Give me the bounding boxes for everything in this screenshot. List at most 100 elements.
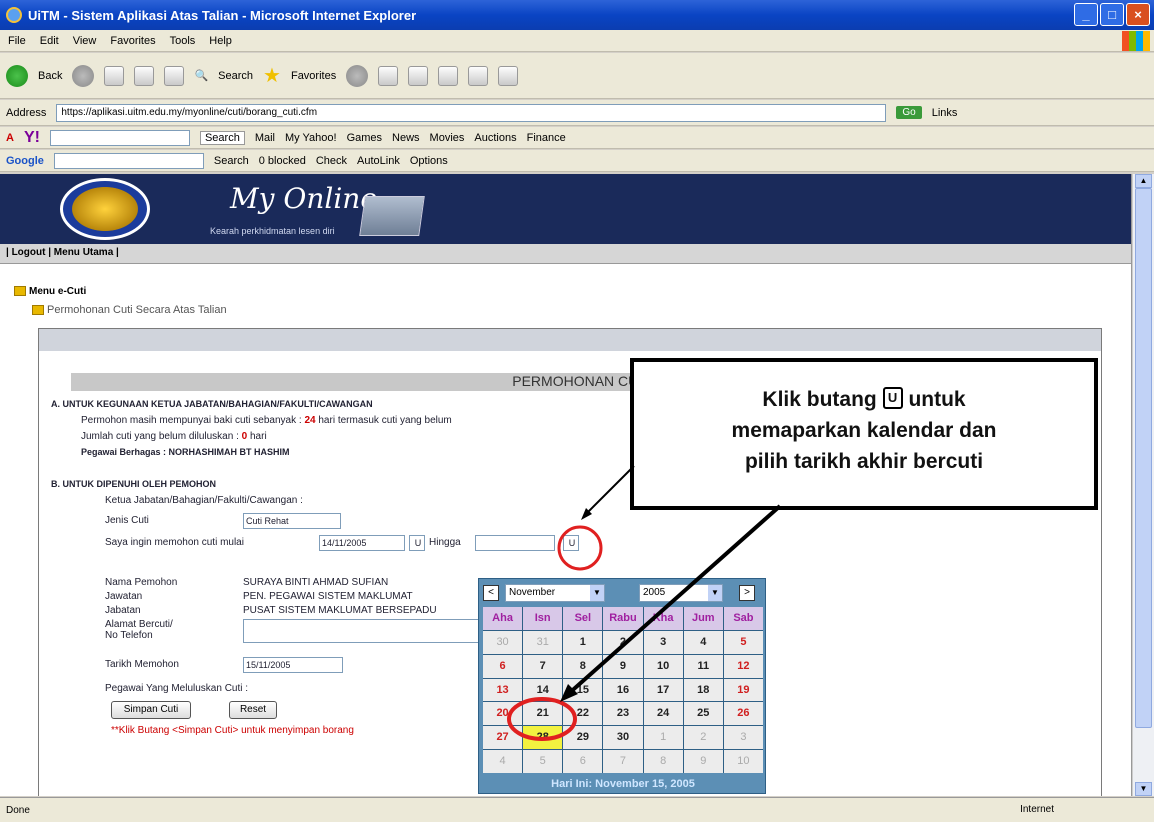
calendar-day-cell[interactable]: 2 <box>683 726 723 750</box>
news-link[interactable]: News <box>392 132 420 144</box>
back-button-label[interactable]: Back <box>38 70 62 82</box>
go-button[interactable]: Go <box>896 106 922 119</box>
calendar-day-cell[interactable]: 19 <box>723 678 763 702</box>
calendar-day-cell[interactable]: 9 <box>683 750 723 773</box>
home-icon[interactable] <box>164 65 185 86</box>
calendar-day-cell[interactable]: 30 <box>603 726 643 750</box>
calendar-day-cell[interactable]: 6 <box>483 654 523 678</box>
calendar-day-cell[interactable]: 15 <box>563 678 603 702</box>
mail-icon[interactable] <box>378 65 399 86</box>
forward-arrow-icon[interactable] <box>72 64 95 87</box>
calendar-day-cell[interactable]: 16 <box>603 678 643 702</box>
menu-edit[interactable]: Edit <box>40 35 59 47</box>
tree-item[interactable]: Permohonan Cuti Secara Atas Talian <box>32 304 227 316</box>
popup-blocked-label[interactable]: 0 blocked <box>259 155 306 167</box>
calendar-day-cell[interactable]: 30 <box>483 630 523 654</box>
refresh-icon[interactable] <box>134 65 155 86</box>
search-icon[interactable]: 🔍 <box>194 69 208 82</box>
google-search-button[interactable]: Search <box>214 155 249 167</box>
end-date-input[interactable] <box>475 535 555 551</box>
edit-icon[interactable] <box>438 65 459 86</box>
scroll-thumb[interactable] <box>1135 188 1152 728</box>
links-label[interactable]: Links <box>932 107 958 119</box>
folder-icon[interactable] <box>468 65 489 86</box>
calendar-day-cell[interactable]: 27 <box>483 726 523 750</box>
calendar-day-selected[interactable]: 28 <box>523 726 563 750</box>
calendar-day-cell[interactable]: 14 <box>523 678 563 702</box>
leave-type-select[interactable]: Cuti Rehat <box>243 513 341 529</box>
history-icon[interactable] <box>346 64 369 87</box>
prev-month-button[interactable]: < <box>483 585 499 601</box>
next-month-button[interactable]: > <box>739 585 755 601</box>
calendar-day-cell[interactable]: 6 <box>563 750 603 773</box>
back-arrow-icon[interactable] <box>6 64 28 87</box>
maximize-button[interactable]: □ <box>1100 3 1124 26</box>
scroll-up-icon[interactable]: ▲ <box>1135 174 1152 188</box>
calendar-day-cell[interactable]: 4 <box>483 750 523 773</box>
calendar-day-cell[interactable]: 25 <box>683 702 723 726</box>
calendar-day-cell[interactable]: 10 <box>643 654 683 678</box>
google-logo[interactable]: Google <box>6 155 44 167</box>
application-date-input[interactable]: 15/11/2005 <box>243 657 343 673</box>
month-select[interactable]: November ▼ <box>505 584 605 602</box>
menu-favorites[interactable]: Favorites <box>110 35 155 47</box>
menu-tools[interactable]: Tools <box>170 35 196 47</box>
print-icon[interactable] <box>408 65 429 86</box>
calendar-day-cell[interactable]: 8 <box>563 654 603 678</box>
reset-button[interactable]: Reset <box>229 701 277 719</box>
year-select[interactable]: 2005 ▼ <box>639 584 723 602</box>
address-input[interactable]: https://aplikasi.uitm.edu.my/myonline/cu… <box>56 103 887 122</box>
calendar-day-cell[interactable]: 8 <box>643 750 683 773</box>
my-yahoo-link[interactable]: My Yahoo! <box>285 132 337 144</box>
calendar-day-cell[interactable]: 26 <box>723 702 763 726</box>
spell-check-button[interactable]: Check <box>316 155 347 167</box>
menu-file[interactable]: File <box>8 35 26 47</box>
calendar-day-cell[interactable]: 22 <box>563 702 603 726</box>
auctions-link[interactable]: Auctions <box>474 132 516 144</box>
search-button-label[interactable]: Search <box>218 70 253 82</box>
yahoo-logo[interactable]: Y! <box>24 129 40 147</box>
calendar-day-cell[interactable]: 12 <box>723 654 763 678</box>
adobe-icon[interactable]: A <box>6 132 14 144</box>
calendar-day-cell[interactable]: 17 <box>643 678 683 702</box>
minimize-button[interactable]: _ <box>1074 3 1098 26</box>
yahoo-search-button[interactable]: Search <box>199 130 245 145</box>
movies-link[interactable]: Movies <box>430 132 465 144</box>
start-calendar-button[interactable]: U <box>409 535 425 551</box>
calendar-day-cell[interactable]: 29 <box>563 726 603 750</box>
calendar-today-label[interactable]: Hari Ini: November 15, 2005 <box>483 775 763 793</box>
tree-root[interactable]: Menu e-Cuti <box>14 286 86 297</box>
stop-icon[interactable] <box>104 65 125 86</box>
calendar-day-cell[interactable]: 7 <box>603 750 643 773</box>
google-search-input[interactable] <box>53 152 204 169</box>
calendar-day-cell[interactable]: 31 <box>523 630 563 654</box>
close-button[interactable]: × <box>1126 3 1150 26</box>
calendar-day-cell[interactable]: 13 <box>483 678 523 702</box>
yahoo-search-input[interactable] <box>49 129 190 146</box>
messenger-icon[interactable] <box>498 65 519 86</box>
calendar-day-cell[interactable]: 3 <box>643 630 683 654</box>
options-button[interactable]: Options <box>410 155 448 167</box>
menu-view[interactable]: View <box>73 35 97 47</box>
tree-item-label[interactable]: Permohonan Cuti Secara Atas Talian <box>47 304 227 316</box>
top-nav-links[interactable]: | Logout | Menu Utama | <box>0 244 1131 264</box>
calendar-day-cell[interactable]: 1 <box>563 630 603 654</box>
favorites-button-label[interactable]: Favorites <box>291 70 336 82</box>
calendar-day-cell[interactable]: 24 <box>643 702 683 726</box>
calendar-day-cell[interactable]: 1 <box>643 726 683 750</box>
calendar-day-cell[interactable]: 3 <box>723 726 763 750</box>
vertical-scrollbar[interactable]: ▲ ▼ <box>1132 174 1154 796</box>
calendar-day-cell[interactable]: 9 <box>603 654 643 678</box>
scroll-down-icon[interactable]: ▼ <box>1135 782 1152 796</box>
yahoo-mail-link[interactable]: Mail <box>255 132 275 144</box>
start-date-input[interactable]: 14/11/2005 <box>319 535 405 551</box>
calendar-day-cell[interactable]: 4 <box>683 630 723 654</box>
calendar-day-cell[interactable]: 7 <box>523 654 563 678</box>
calendar-day-cell[interactable]: 20 <box>483 702 523 726</box>
favorites-star-icon[interactable]: ★ <box>263 63 281 88</box>
calendar-day-cell[interactable]: 5 <box>723 630 763 654</box>
end-calendar-button[interactable]: U <box>563 535 579 551</box>
calendar-day-cell[interactable]: 10 <box>723 750 763 773</box>
calendar-day-cell[interactable]: 23 <box>603 702 643 726</box>
menu-help[interactable]: Help <box>209 35 232 47</box>
